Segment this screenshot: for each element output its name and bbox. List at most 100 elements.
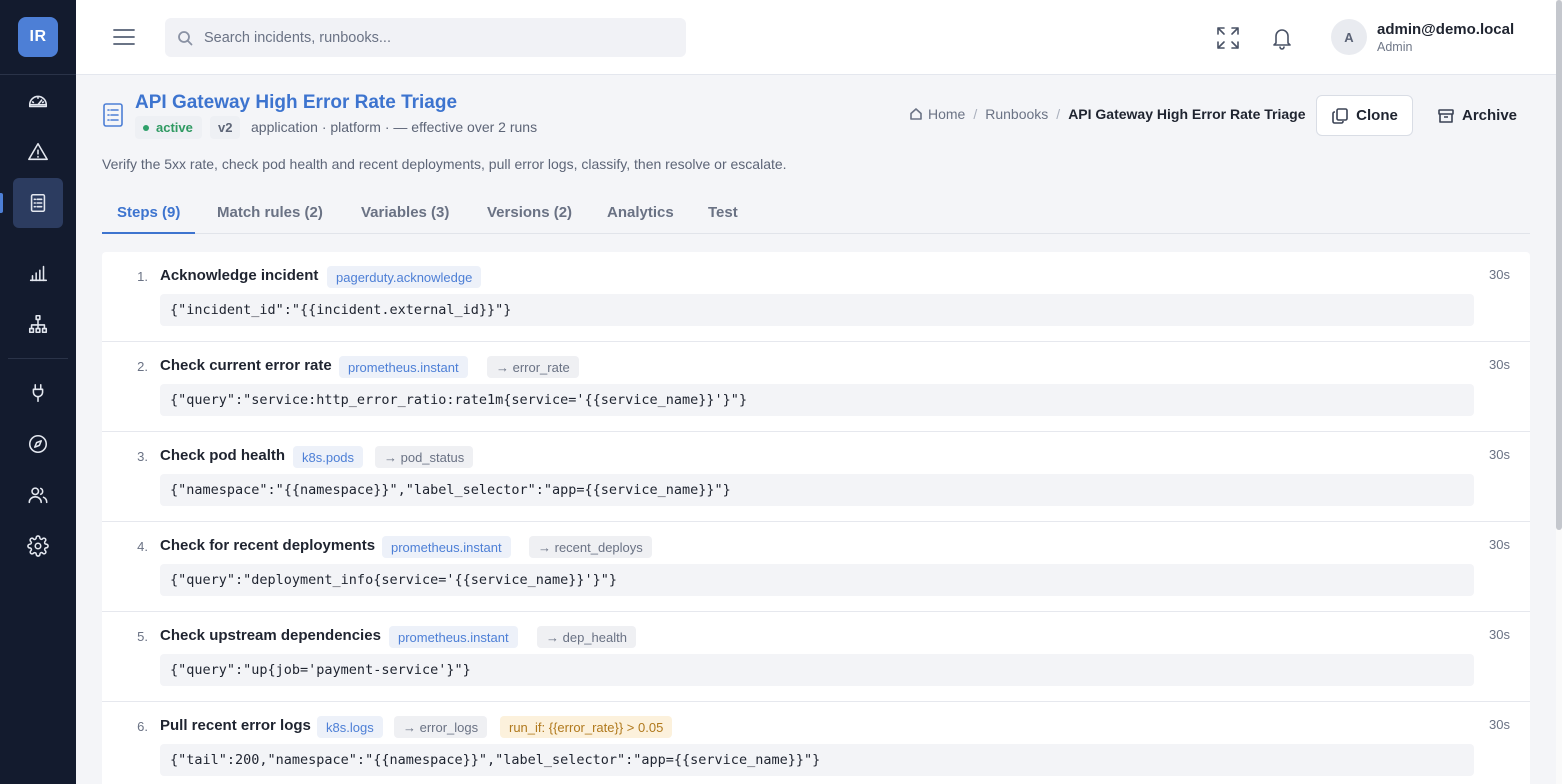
version-badge: v2 [210,116,241,139]
archive-label: Archive [1461,107,1518,124]
user-name[interactable]: admin@demo.local [1377,21,1514,38]
output-tag: → error_rate [487,356,579,378]
step-number: 2. [137,359,148,374]
sidebar: IR [0,0,76,784]
step-row[interactable]: 2. Check current error rate prometheus.i… [102,342,1530,432]
active-indicator [0,193,3,213]
fullscreen-icon [1217,27,1239,49]
clone-label: Clone [1356,107,1398,124]
tab-match-rules[interactable]: Match rules (2) [202,196,338,234]
step-params: {"tail":200,"namespace":"{{namespace}}",… [160,744,1474,776]
tab-analytics[interactable]: Analytics [592,196,689,234]
bar-chart-icon [29,265,48,282]
output-tag: → error_logs [394,716,488,738]
step-title: Check pod health [160,447,286,464]
step-params: {"query":"up{job='payment-service'}"} [160,654,1474,686]
condition-tag: run_if: {{error_rate}} > 0.05 [500,716,673,738]
sidebar-item-dashboard[interactable] [13,76,63,126]
bell-icon [1273,29,1291,50]
step-number: 4. [137,539,148,554]
search-input[interactable] [204,29,674,46]
sidebar-item-topology[interactable] [13,299,63,349]
home-icon [910,108,922,120]
step-params: {"query":"deployment_info{service='{{ser… [160,564,1474,596]
step-timeout: 30s [1489,537,1510,552]
step-timeout: 30s [1489,357,1510,372]
step-timeout: 30s [1489,447,1510,462]
clone-button[interactable]: Clone [1316,95,1413,136]
step-row[interactable]: 3. Check pod health k8s.pods → pod_statu… [102,432,1530,522]
tab-test[interactable]: Test [693,196,753,234]
step-timeout: 30s [1489,267,1510,282]
search-box[interactable] [165,18,686,57]
step-title: Check for recent deployments [160,537,376,554]
app-logo[interactable]: IR [18,17,58,57]
tab-variables[interactable]: Variables (3) [346,196,464,234]
dashboard-icon [28,95,48,108]
fullscreen-button[interactable] [1215,25,1241,51]
topology-icon [28,314,48,334]
sidebar-item-integrations[interactable] [13,368,63,418]
compass-icon [28,434,48,454]
output-tag: → recent_deploys [529,536,652,558]
tab-steps[interactable]: Steps (9) [102,196,196,234]
step-title: Check upstream dependencies [160,627,381,644]
status-dot [143,124,149,131]
step-params: {"incident_id":"{{incident.external_id}}… [160,294,1474,326]
sidebar-item-incidents[interactable] [13,127,63,177]
search-icon [178,30,193,45]
step-number: 5. [137,629,148,644]
alert-triangle-icon [28,142,48,161]
runbook-meta: application · platform · — effective ove… [251,119,538,135]
sidebar-item-team[interactable] [13,470,63,520]
sidebar-item-settings[interactable] [13,521,63,571]
step-row[interactable]: 6. Pull recent error logs k8s.logs → err… [102,702,1530,784]
step-row[interactable]: 1. Acknowledge incident pagerduty.acknow… [102,252,1530,342]
gear-icon [27,535,49,557]
users-icon [28,487,48,504]
sidebar-item-analytics[interactable] [13,248,63,298]
runbook-icon [101,102,125,128]
notifications-button[interactable] [1269,25,1295,51]
step-row[interactable]: 5. Check upstream dependencies prometheu… [102,612,1530,702]
sidebar-divider [0,74,76,75]
step-params: {"query":"service:http_error_ratio:rate1… [160,384,1474,416]
breadcrumb: Home / Runbooks / API Gateway High Error… [909,106,1305,122]
step-timeout: 30s [1489,717,1510,732]
action-tag: prometheus.instant [339,356,468,378]
menu-toggle-button[interactable] [112,26,136,48]
action-tag: k8s.logs [317,716,383,738]
action-tag: pagerduty.acknowledge [327,266,482,288]
breadcrumb-separator: / [1056,106,1061,122]
step-title: Acknowledge incident [160,267,319,284]
step-number: 1. [137,269,148,284]
action-tag: k8s.pods [293,446,364,468]
copy-icon [1332,107,1348,124]
breadcrumb-separator: / [973,106,978,122]
plug-icon [32,383,44,403]
status-badge: active [135,116,202,139]
tab-bar: Steps (9) Match rules (2) Variables (3) … [102,196,1530,234]
runbook-icon [30,193,46,213]
user-role: Admin [1377,40,1413,54]
hamburger-icon [113,29,135,45]
tab-versions[interactable]: Versions (2) [472,196,587,234]
sidebar-item-runbooks[interactable] [13,178,63,228]
archive-button[interactable]: Archive [1425,95,1529,136]
step-params: {"namespace":"{{namespace}}","label_sele… [160,474,1474,506]
action-tag: prometheus.instant [389,626,518,648]
step-number: 6. [137,719,148,734]
step-title: Pull recent error logs [160,717,311,734]
step-title: Check current error rate [160,357,332,374]
step-row[interactable]: 4. Check for recent deployments promethe… [102,522,1530,612]
status-label: active [156,120,193,135]
sidebar-divider [8,358,68,359]
steps-list: 1. Acknowledge incident pagerduty.acknow… [102,252,1530,784]
sidebar-item-explore[interactable] [13,419,63,469]
breadcrumb-home[interactable]: Home [928,106,965,122]
breadcrumb-runbooks[interactable]: Runbooks [985,106,1048,122]
avatar[interactable]: A [1331,19,1367,55]
output-tag: → pod_status [375,446,474,468]
archive-icon [1438,108,1454,123]
scrollbar-thumb[interactable] [1556,0,1562,530]
